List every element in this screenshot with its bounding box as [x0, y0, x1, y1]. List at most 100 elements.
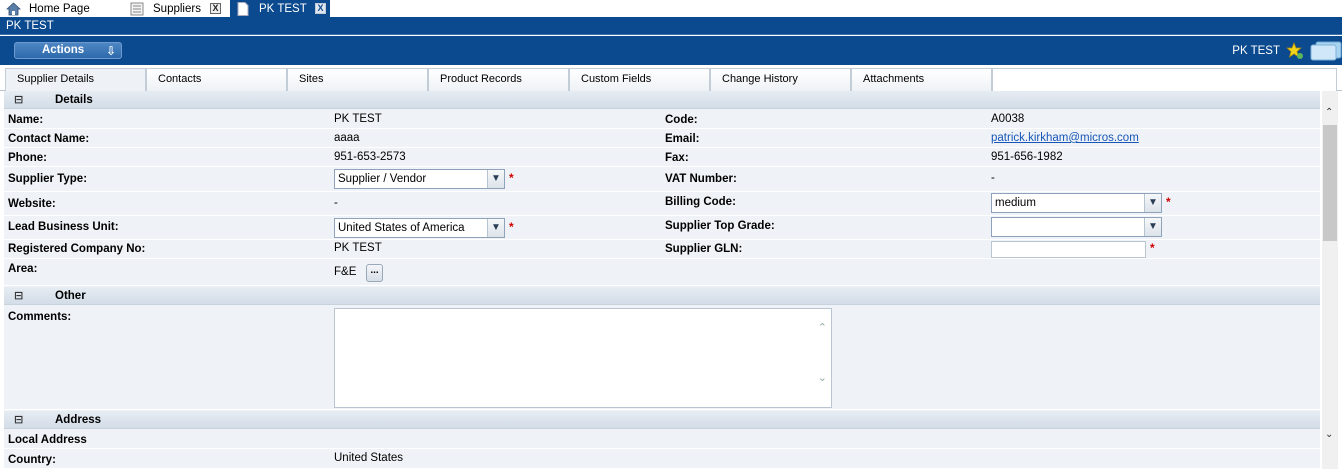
close-icon[interactable]: X	[315, 3, 326, 14]
favorite-star-icon[interactable]	[1286, 42, 1304, 60]
supplier-top-grade-label: Supplier Top Grade:	[665, 220, 775, 232]
selected-value: Supplier / Vendor	[338, 173, 427, 185]
form-row: Phone: 951-653-2573 Fax: 951-656-1982	[4, 148, 1320, 167]
selected-value: medium	[995, 197, 1036, 209]
tab-label: Suppliers	[153, 2, 201, 15]
tab-change-history[interactable]: Change History	[710, 68, 851, 91]
chevron-down-icon[interactable]: ▼	[487, 170, 504, 188]
phone-value: 951-653-2573	[334, 151, 406, 163]
supplier-top-grade-select[interactable]: ▼	[991, 217, 1162, 237]
chevron-down-icon[interactable]: ▼	[1144, 218, 1161, 236]
close-icon[interactable]: X	[210, 3, 221, 14]
form-row: Comments: ⌃ ⌄	[4, 306, 1320, 410]
scroll-up-icon[interactable]: ⌃	[1325, 107, 1333, 118]
vat-number-value: -	[991, 172, 995, 184]
area-label: Area:	[8, 263, 38, 275]
scroll-down-icon[interactable]: ⌄	[1325, 429, 1333, 440]
form-row: Lead Business Unit: United States of Ame…	[4, 216, 1320, 240]
header-record-name: PK TEST	[1232, 45, 1280, 57]
action-bar: Actions ⇩ PK TEST	[0, 36, 1342, 65]
form-row: Supplier Type: Supplier / Vendor ▼ * VAT…	[4, 167, 1320, 192]
record-tab-strip: Supplier Details Contacts Sites Product …	[0, 65, 1342, 91]
tab-home-page[interactable]: Home Page	[0, 0, 120, 17]
form-row: Contact Name: aaaa Email: patrick.kirkha…	[4, 129, 1320, 148]
tab-suppliers[interactable]: Suppliers X	[124, 0, 228, 17]
form-row: Registered Company No: PK TEST Supplier …	[4, 240, 1320, 259]
required-marker: *	[1150, 241, 1155, 255]
form-row: Name: PK TEST Code: A0038	[4, 110, 1320, 129]
actions-button[interactable]: Actions ⇩	[14, 42, 122, 59]
arrow-down-icon: ⇩	[106, 44, 117, 58]
section-header-address[interactable]: ⊟ Address	[4, 411, 1320, 429]
required-marker: *	[509, 220, 514, 234]
selected-value: United States of America	[338, 222, 465, 234]
top-tab-strip: Home Page Suppliers X PK TEST X	[0, 0, 1342, 17]
section-title: Details	[55, 94, 93, 106]
area-lookup-button[interactable]: ...	[366, 264, 383, 282]
scroll-up-icon[interactable]: ⌃	[818, 321, 827, 334]
tab-label: PK TEST	[259, 2, 307, 15]
tab-attachments[interactable]: Attachments	[851, 68, 992, 91]
required-marker: *	[1166, 195, 1171, 209]
tab-sites[interactable]: Sites	[287, 68, 428, 91]
tab-custom-fields[interactable]: Custom Fields	[569, 68, 710, 91]
contact-name-label: Contact Name:	[8, 133, 90, 145]
collapse-icon[interactable]: ⊟	[14, 411, 23, 429]
supplier-details-panel: ⊟ Details Name: PK TEST Code: A0038 Cont…	[4, 91, 1320, 469]
supplier-type-label: Supplier Type:	[8, 173, 88, 185]
registered-company-no-value: PK TEST	[334, 242, 382, 254]
tab-label: Home Page	[29, 2, 90, 15]
form-row: Website: - Billing Code: medium ▼ *	[4, 192, 1320, 216]
code-value: A0038	[991, 113, 1025, 125]
billing-code-select[interactable]: medium ▼	[991, 193, 1162, 213]
supplier-gln-input[interactable]	[991, 241, 1146, 258]
country-label: Country:	[8, 454, 56, 466]
form-row: Local Address	[4, 430, 1320, 449]
country-value: United States	[334, 452, 404, 464]
tab-product-records[interactable]: Product Records	[428, 68, 569, 91]
phone-label: Phone:	[8, 152, 47, 164]
tab-contacts[interactable]: Contacts	[146, 68, 287, 91]
header-right: PK TEST	[1232, 41, 1342, 61]
form-row: Country: United States	[4, 449, 1320, 469]
tab-supplier-details[interactable]: Supplier Details	[5, 68, 146, 91]
page-title: PK TEST	[0, 17, 1342, 35]
document-icon	[236, 1, 251, 16]
name-label: Name:	[8, 114, 44, 126]
actions-label: Actions	[42, 44, 85, 56]
section-title: Address	[55, 414, 102, 426]
contact-name-value: aaaa	[334, 132, 360, 144]
collapse-icon[interactable]: ⊟	[14, 287, 23, 305]
tab-strip-filler	[992, 68, 1337, 91]
vat-number-label: VAT Number:	[665, 173, 737, 185]
vertical-scrollbar[interactable]: ⌃ ⌄	[1322, 91, 1338, 469]
window-stack-icon[interactable]	[1310, 41, 1342, 61]
fax-label: Fax:	[665, 152, 689, 164]
list-icon	[130, 2, 145, 16]
lead-business-unit-label: Lead Business Unit:	[8, 221, 119, 233]
email-link[interactable]: patrick.kirkham@micros.com	[991, 132, 1139, 144]
collapse-icon[interactable]: ⊟	[14, 91, 23, 109]
home-icon	[5, 1, 22, 16]
chevron-down-icon[interactable]: ▼	[487, 219, 504, 237]
section-header-other[interactable]: ⊟ Other	[4, 287, 1320, 305]
lead-business-unit-select[interactable]: United States of America ▼	[334, 218, 505, 238]
supplier-gln-label: Supplier GLN:	[665, 243, 743, 255]
scroll-down-icon[interactable]: ⌄	[818, 371, 827, 384]
section-title: Other	[55, 290, 86, 302]
local-address-label: Local Address	[8, 434, 87, 446]
scrollbar-thumb[interactable]	[1323, 125, 1337, 241]
website-label: Website:	[8, 198, 56, 210]
code-label: Code:	[665, 114, 698, 126]
tab-pk-test[interactable]: PK TEST X	[230, 0, 330, 17]
supplier-type-select[interactable]: Supplier / Vendor ▼	[334, 169, 505, 189]
name-value: PK TEST	[334, 113, 382, 125]
email-label: Email:	[665, 133, 700, 145]
form-row: Area: F&E ...	[4, 259, 1320, 286]
required-marker: *	[509, 171, 514, 185]
comments-textarea[interactable]: ⌃ ⌄	[334, 308, 832, 408]
registered-company-no-label: Registered Company No:	[8, 243, 146, 255]
chevron-down-icon[interactable]: ▼	[1144, 194, 1161, 212]
section-header-details[interactable]: ⊟ Details	[4, 91, 1320, 109]
billing-code-label: Billing Code:	[665, 196, 736, 208]
